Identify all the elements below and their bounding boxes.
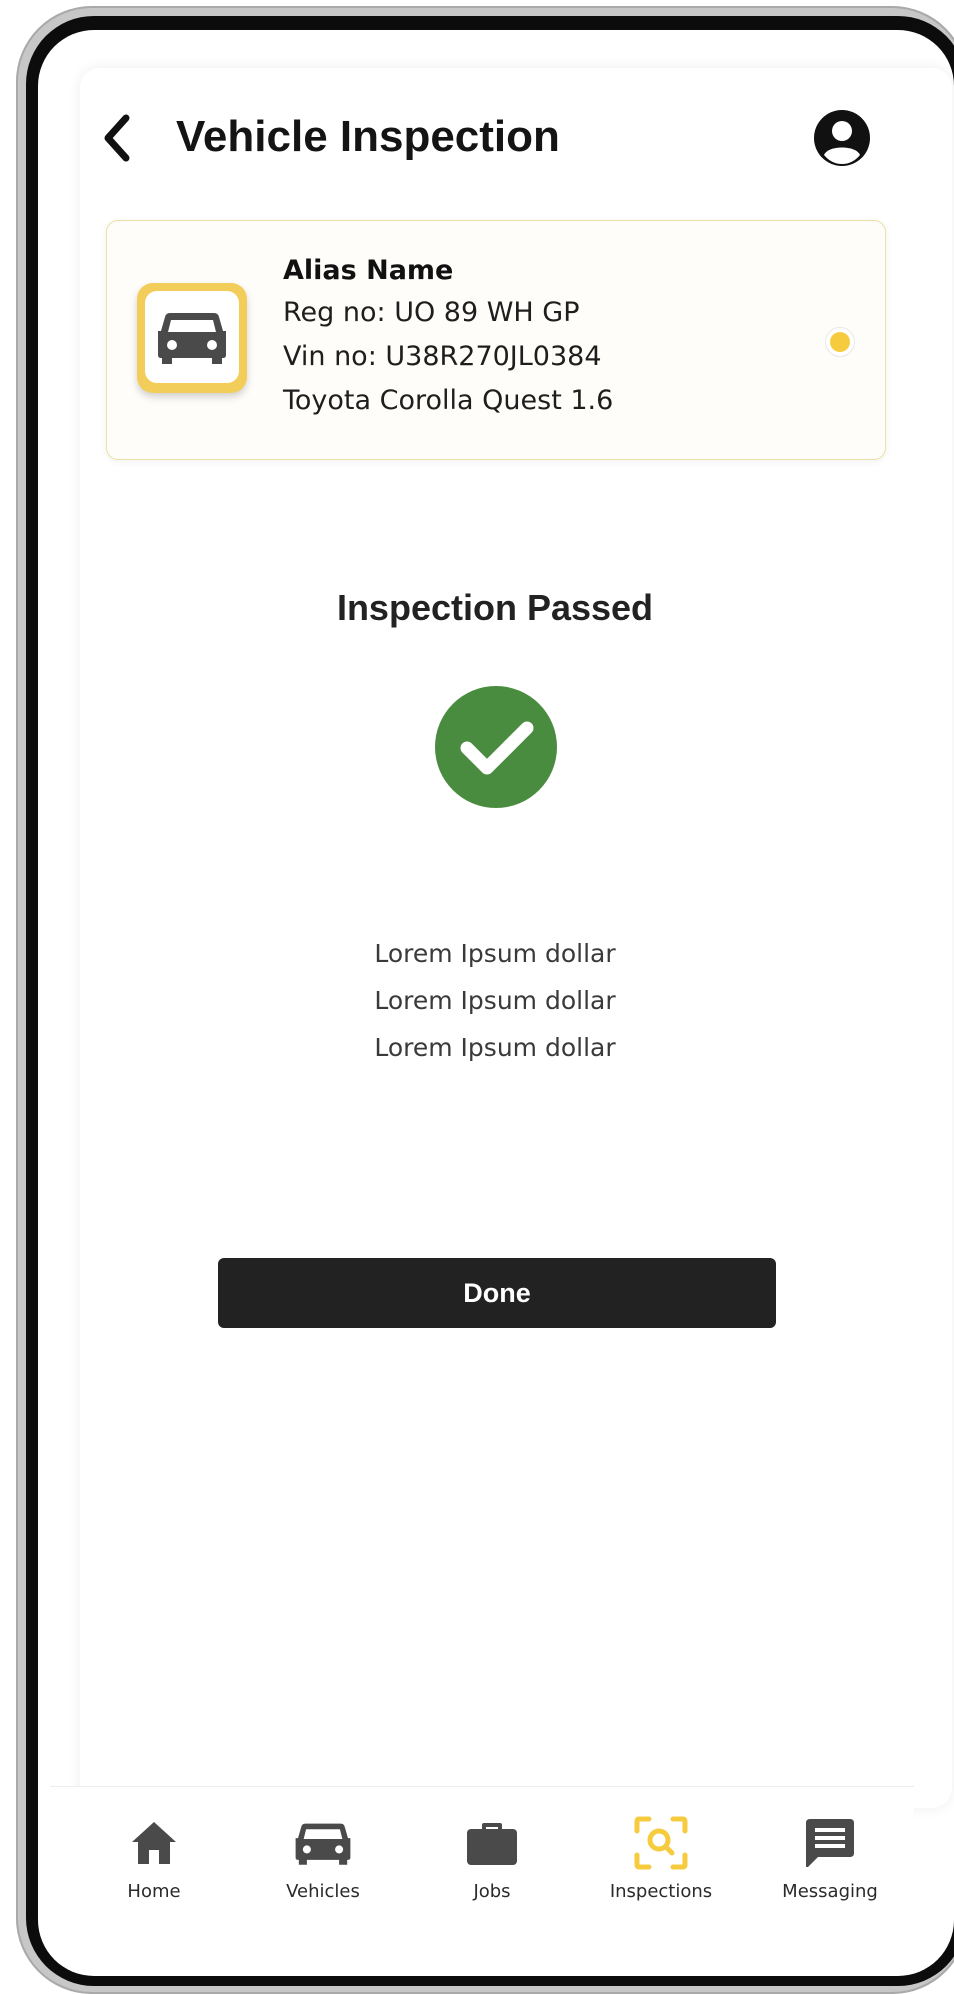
result-title: Inspection Passed bbox=[336, 587, 654, 628]
vehicle-vin: Vin no: U38R270JL0384 bbox=[283, 341, 602, 372]
description-line: Lorem Ipsum dollar bbox=[374, 939, 616, 968]
scan-search-icon bbox=[634, 1816, 688, 1870]
profile-button[interactable] bbox=[812, 108, 872, 168]
radio-selected-dot bbox=[830, 332, 850, 352]
bottom-nav: Home Vehicles Jobs Inspections Messaging bbox=[50, 1786, 914, 1937]
back-button[interactable] bbox=[94, 110, 138, 166]
message-icon bbox=[806, 1819, 854, 1867]
description-line: Lorem Ipsum dollar bbox=[374, 986, 616, 1015]
vehicle-card[interactable]: Alias Name Reg no: UO 89 WH GP Vin no: U… bbox=[106, 220, 886, 460]
car-icon bbox=[295, 1823, 351, 1865]
result-description: Lorem Ipsum dollar Lorem Ipsum dollar Lo… bbox=[106, 930, 884, 1071]
nav-item-home[interactable]: Home bbox=[79, 1813, 229, 1913]
car-icon bbox=[158, 313, 226, 364]
nav-label: Jobs bbox=[473, 1881, 511, 1902]
vehicle-thumbnail bbox=[137, 283, 247, 393]
nav-item-vehicles[interactable]: Vehicles bbox=[248, 1813, 398, 1913]
vehicle-model: Toyota Corolla Quest 1.6 bbox=[283, 385, 614, 416]
home-icon bbox=[132, 1822, 176, 1864]
nav-item-inspections[interactable]: Inspections bbox=[586, 1813, 736, 1913]
briefcase-icon bbox=[467, 1823, 517, 1865]
nav-item-messaging[interactable]: Messaging bbox=[755, 1813, 905, 1913]
chevron-left-icon bbox=[104, 114, 130, 162]
nav-label: Inspections bbox=[609, 1881, 713, 1902]
vehicle-info: Alias Name Reg no: UO 89 WH GP Vin no: U… bbox=[283, 251, 613, 423]
user-circle-icon bbox=[814, 110, 870, 166]
check-circle-icon bbox=[435, 686, 557, 808]
vehicle-reg: Reg no: UO 89 WH GP bbox=[283, 297, 580, 328]
nav-label: Messaging bbox=[782, 1881, 878, 1902]
description-line: Lorem Ipsum dollar bbox=[374, 1033, 616, 1062]
vehicle-select-radio[interactable] bbox=[825, 327, 855, 357]
done-button[interactable]: Done bbox=[218, 1258, 776, 1328]
nav-label: Home bbox=[127, 1881, 181, 1902]
vehicle-alias: Alias Name bbox=[283, 255, 454, 286]
page-title: Vehicle Inspection bbox=[176, 112, 560, 161]
nav-item-jobs[interactable]: Jobs bbox=[417, 1813, 567, 1913]
nav-label: Vehicles bbox=[286, 1881, 360, 1902]
